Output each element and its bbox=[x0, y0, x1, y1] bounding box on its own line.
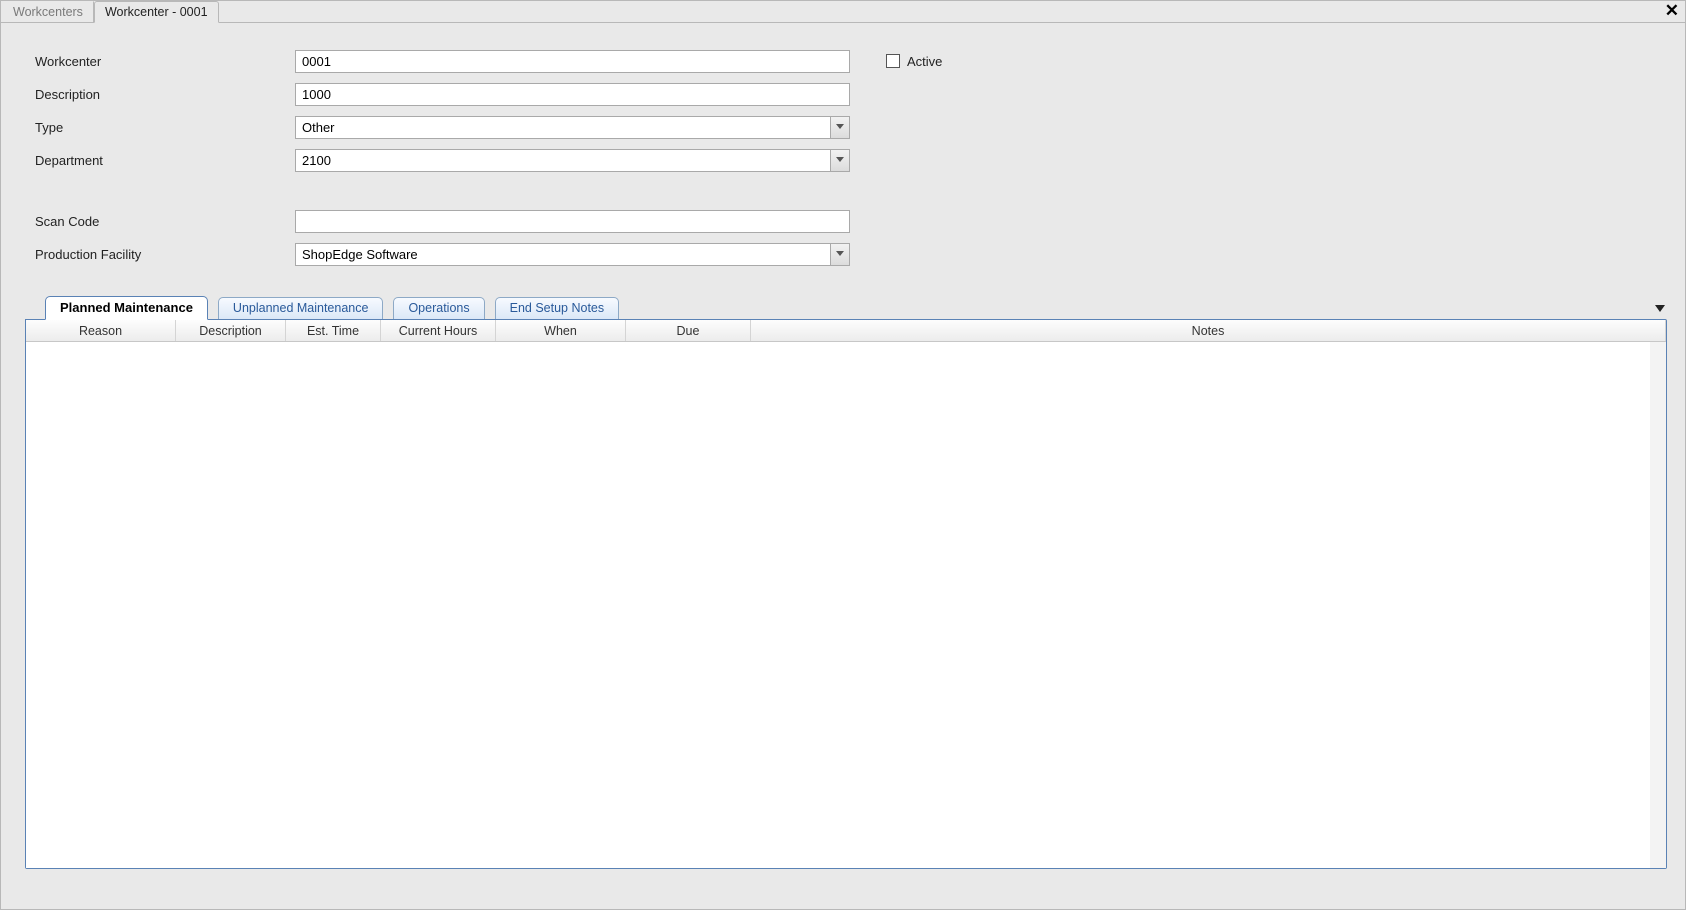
type-dropdown[interactable] bbox=[295, 116, 850, 139]
tab-planned-maintenance[interactable]: Planned Maintenance bbox=[45, 296, 208, 320]
close-icon[interactable]: ✕ bbox=[1665, 2, 1679, 19]
type-dropdown-button[interactable] bbox=[830, 117, 849, 138]
outer-tab-bar: Workcenters Workcenter - 0001 ✕ bbox=[1, 1, 1685, 23]
workcenter-input[interactable] bbox=[295, 50, 850, 73]
tab-unplanned-maintenance[interactable]: Unplanned Maintenance bbox=[218, 297, 384, 319]
label-production-facility: Production Facility bbox=[35, 247, 295, 262]
label-workcenter: Workcenter bbox=[35, 54, 295, 69]
grid-header: Reason Description Est. Time Current Hou… bbox=[26, 320, 1666, 342]
vertical-scrollbar[interactable] bbox=[1650, 342, 1666, 868]
department-dropdown-button[interactable] bbox=[830, 150, 849, 171]
tab-operations[interactable]: Operations bbox=[393, 297, 484, 319]
inner-area: Planned Maintenance Unplanned Maintenanc… bbox=[25, 295, 1667, 869]
window: Workcenters Workcenter - 0001 ✕ Workcent… bbox=[0, 0, 1686, 910]
label-scan-code: Scan Code bbox=[35, 214, 295, 229]
production-facility-dropdown-button[interactable] bbox=[830, 244, 849, 265]
col-due[interactable]: Due bbox=[626, 320, 751, 341]
production-facility-dropdown[interactable] bbox=[295, 243, 850, 266]
tab-menu-button[interactable] bbox=[1655, 301, 1665, 316]
department-dropdown-text[interactable] bbox=[296, 150, 830, 171]
chevron-down-icon bbox=[836, 251, 844, 257]
col-current-hours[interactable]: Current Hours bbox=[381, 320, 496, 341]
label-type: Type bbox=[35, 120, 295, 135]
type-dropdown-text[interactable] bbox=[296, 117, 830, 138]
label-description: Description bbox=[35, 87, 295, 102]
outer-tab-workcenters[interactable]: Workcenters bbox=[3, 1, 94, 22]
col-when[interactable]: When bbox=[496, 320, 626, 341]
col-description[interactable]: Description bbox=[176, 320, 286, 341]
caret-down-icon bbox=[1655, 305, 1665, 313]
grid: Reason Description Est. Time Current Hou… bbox=[25, 319, 1667, 869]
col-est-time[interactable]: Est. Time bbox=[286, 320, 381, 341]
inner-tab-bar: Planned Maintenance Unplanned Maintenanc… bbox=[25, 295, 1667, 319]
department-dropdown[interactable] bbox=[295, 149, 850, 172]
outer-tab-workcenter-detail[interactable]: Workcenter - 0001 bbox=[94, 1, 219, 23]
label-active: Active bbox=[907, 54, 942, 69]
chevron-down-icon bbox=[836, 157, 844, 163]
active-checkbox[interactable] bbox=[886, 54, 900, 68]
production-facility-dropdown-text[interactable] bbox=[296, 244, 830, 265]
col-reason[interactable]: Reason bbox=[26, 320, 176, 341]
form-area: Workcenter Active Description Type Depar… bbox=[1, 23, 1685, 285]
label-department: Department bbox=[35, 153, 295, 168]
tab-end-setup-notes[interactable]: End Setup Notes bbox=[495, 297, 620, 319]
col-notes[interactable]: Notes bbox=[751, 320, 1666, 341]
chevron-down-icon bbox=[836, 124, 844, 130]
scan-code-input[interactable] bbox=[295, 210, 850, 233]
grid-body[interactable] bbox=[26, 342, 1666, 868]
description-input[interactable] bbox=[295, 83, 850, 106]
